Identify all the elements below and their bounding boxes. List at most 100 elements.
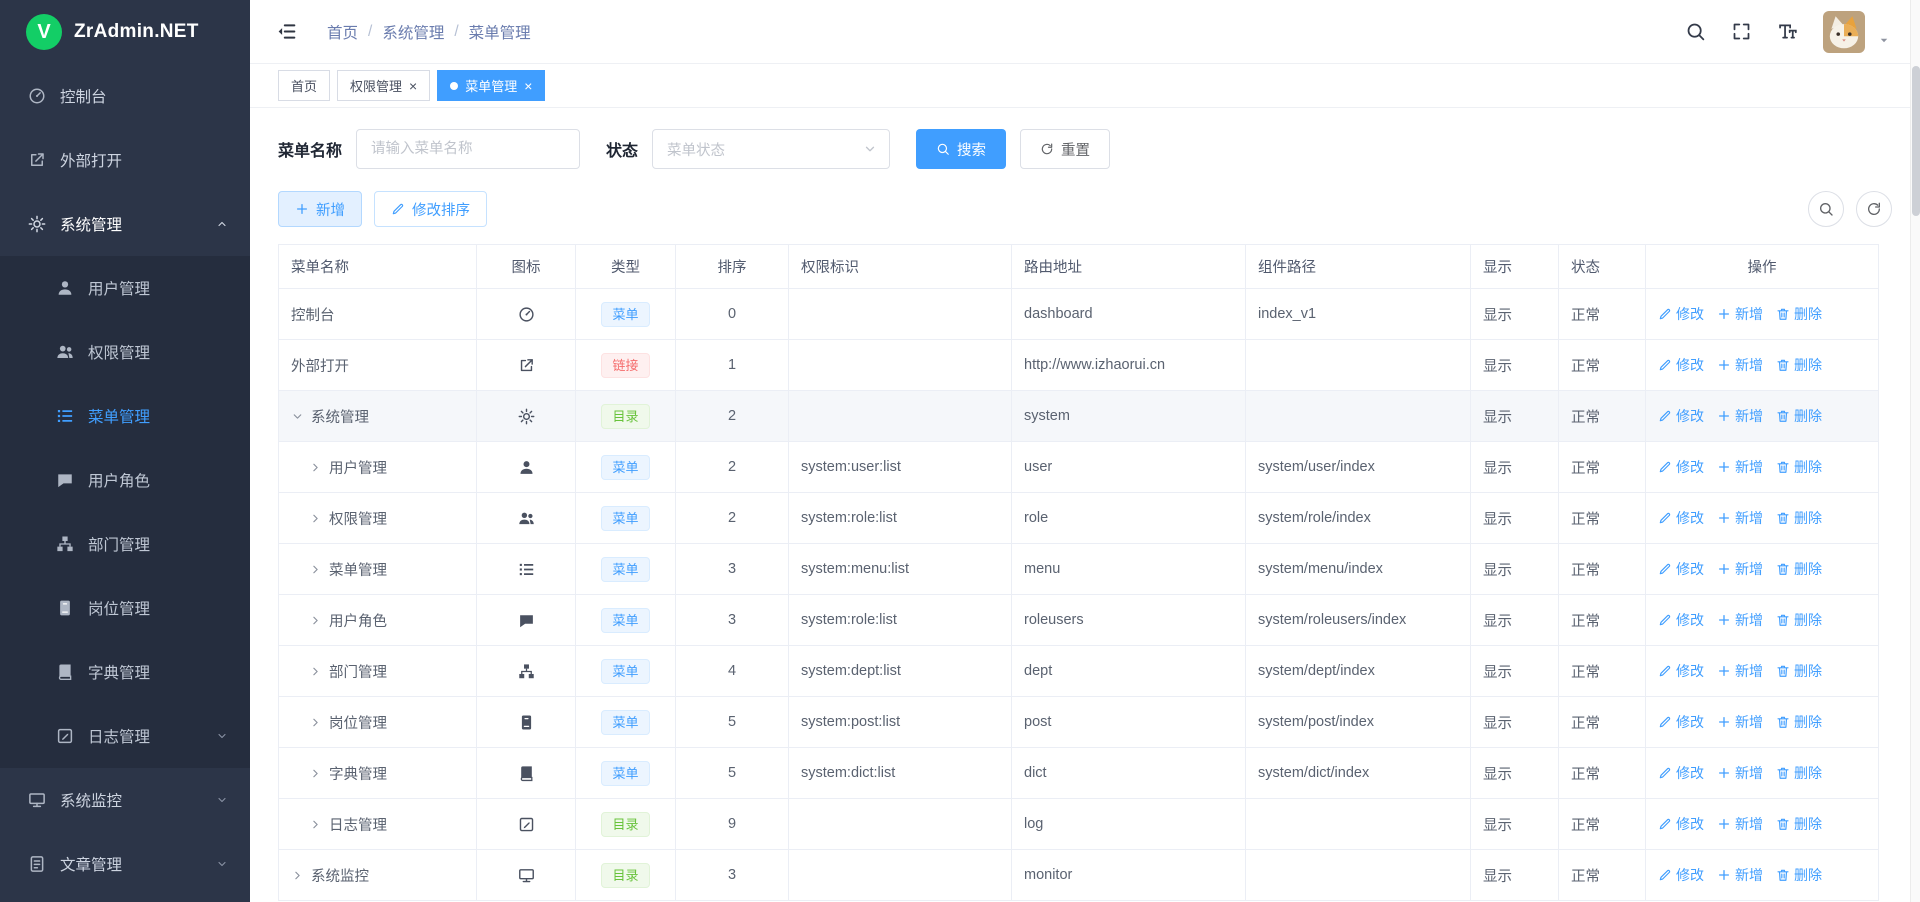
sidebar-item-5[interactable]: 菜单管理 xyxy=(0,384,250,448)
reset-button[interactable]: 重置 xyxy=(1020,129,1110,169)
delete-link[interactable]: 删除 xyxy=(1776,763,1822,783)
edit-link[interactable]: 修改 xyxy=(1658,610,1704,630)
chevron-right-icon[interactable] xyxy=(309,512,322,525)
breadcrumb-item-1[interactable]: 系统管理 xyxy=(382,21,444,43)
edit-link[interactable]: 修改 xyxy=(1658,355,1704,375)
chevron-right-icon[interactable] xyxy=(309,563,322,576)
delete-link[interactable]: 删除 xyxy=(1776,355,1822,375)
edit-link[interactable]: 修改 xyxy=(1658,814,1704,834)
chevron-right-icon[interactable] xyxy=(309,461,322,474)
sidebar-item-12[interactable]: 文章管理 xyxy=(0,832,250,896)
search-button[interactable]: 搜索 xyxy=(916,129,1006,169)
font-size-icon[interactable] xyxy=(1777,21,1798,42)
add-link[interactable]: 新增 xyxy=(1717,712,1763,732)
menu-list-icon xyxy=(56,407,74,425)
add-link[interactable]: 新增 xyxy=(1717,763,1763,783)
delete-link[interactable]: 删除 xyxy=(1776,406,1822,426)
sidebar-item-1[interactable]: 外部打开 xyxy=(0,128,250,192)
delete-link[interactable]: 删除 xyxy=(1776,865,1822,885)
user-avatar[interactable] xyxy=(1823,11,1865,53)
tab-2[interactable]: 菜单管理× xyxy=(437,70,545,101)
sidebar-item-10[interactable]: 日志管理 xyxy=(0,704,250,768)
sidebar-toggle-button[interactable] xyxy=(276,21,297,42)
chevron-right-icon[interactable] xyxy=(309,716,322,729)
edit-link[interactable]: 修改 xyxy=(1658,865,1704,885)
add-link[interactable]: 新增 xyxy=(1717,559,1763,579)
sidebar-item-0[interactable]: 控制台 xyxy=(0,64,250,128)
edit-link[interactable]: 修改 xyxy=(1658,457,1704,477)
perm-value xyxy=(789,289,1012,340)
breadcrumb-item-0[interactable]: 首页 xyxy=(327,21,358,43)
sidebar-item-8[interactable]: 岗位管理 xyxy=(0,576,250,640)
menu-name: 日志管理 xyxy=(329,814,387,835)
scrollbar-thumb[interactable] xyxy=(1912,66,1920,216)
user-menu-caret-icon[interactable] xyxy=(1878,33,1890,47)
page-scrollbar[interactable] xyxy=(1910,0,1920,902)
chevron-right-icon[interactable] xyxy=(291,869,304,882)
tab-close-icon[interactable]: × xyxy=(524,79,532,93)
add-link[interactable]: 新增 xyxy=(1717,814,1763,834)
sidebar-item-label: 系统监控 xyxy=(60,789,122,811)
add-link[interactable]: 新增 xyxy=(1717,661,1763,681)
sidebar-item-2[interactable]: 系统管理 xyxy=(0,192,250,256)
sidebar-item-9[interactable]: 字典管理 xyxy=(0,640,250,704)
add-link[interactable]: 新增 xyxy=(1717,304,1763,324)
delete-link[interactable]: 删除 xyxy=(1776,304,1822,324)
sidebar-item-7[interactable]: 部门管理 xyxy=(0,512,250,576)
gear-icon xyxy=(518,408,535,425)
delete-link[interactable]: 删除 xyxy=(1776,661,1822,681)
search-icon[interactable] xyxy=(1685,21,1706,42)
type-tag: 菜单 xyxy=(601,506,649,531)
delete-link[interactable]: 删除 xyxy=(1776,559,1822,579)
edit-link[interactable]: 修改 xyxy=(1658,559,1704,579)
edit-link[interactable]: 修改 xyxy=(1658,661,1704,681)
sort-value: 3 xyxy=(676,595,789,646)
menu-name-input[interactable] xyxy=(356,129,580,169)
breadcrumb-item-2[interactable]: 菜单管理 xyxy=(469,21,531,43)
edit-link[interactable]: 修改 xyxy=(1658,763,1704,783)
ops-cell: 修改新增删除 xyxy=(1646,544,1879,595)
visible-value: 显示 xyxy=(1471,748,1559,799)
chevron-right-icon[interactable] xyxy=(309,818,322,831)
column-header-9: 操作 xyxy=(1646,245,1879,289)
add-link[interactable]: 新增 xyxy=(1717,865,1763,885)
perm-value: system:dict:list xyxy=(789,748,1012,799)
edit-link[interactable]: 修改 xyxy=(1658,712,1704,732)
doc-icon xyxy=(28,855,46,873)
add-link[interactable]: 新增 xyxy=(1717,457,1763,477)
delete-link[interactable]: 删除 xyxy=(1776,508,1822,528)
chevron-right-icon[interactable] xyxy=(309,614,322,627)
table-search-button[interactable] xyxy=(1808,191,1844,227)
sidebar-item-6[interactable]: 用户角色 xyxy=(0,448,250,512)
edit-link[interactable]: 修改 xyxy=(1658,508,1704,528)
delete-link[interactable]: 删除 xyxy=(1776,712,1822,732)
add-link[interactable]: 新增 xyxy=(1717,406,1763,426)
tab-1[interactable]: 权限管理× xyxy=(337,70,430,101)
trash-icon xyxy=(1776,868,1790,882)
route-value: dept xyxy=(1012,646,1246,697)
sidebar-item-11[interactable]: 系统监控 xyxy=(0,768,250,832)
add-button[interactable]: 新增 xyxy=(278,191,362,227)
chevron-right-icon[interactable] xyxy=(309,665,322,678)
chevron-right-icon[interactable] xyxy=(309,767,322,780)
add-link[interactable]: 新增 xyxy=(1717,610,1763,630)
add-link[interactable]: 新增 xyxy=(1717,508,1763,528)
edit-link[interactable]: 修改 xyxy=(1658,304,1704,324)
sidebar-item-4[interactable]: 权限管理 xyxy=(0,320,250,384)
chevron-down-icon[interactable] xyxy=(291,410,304,423)
add-link[interactable]: 新增 xyxy=(1717,355,1763,375)
tab-close-icon[interactable]: × xyxy=(409,79,417,93)
status-select[interactable]: 菜单状态 xyxy=(652,129,890,169)
app-logo[interactable]: V ZrAdmin.NET xyxy=(0,0,250,64)
delete-link[interactable]: 删除 xyxy=(1776,457,1822,477)
edit-link[interactable]: 修改 xyxy=(1658,406,1704,426)
table-refresh-button[interactable] xyxy=(1856,191,1892,227)
sidebar-item-3[interactable]: 用户管理 xyxy=(0,256,250,320)
status-value: 正常 xyxy=(1559,340,1646,391)
fullscreen-icon[interactable] xyxy=(1731,21,1752,42)
tab-0[interactable]: 首页 xyxy=(278,70,330,101)
sidebar-item-label: 岗位管理 xyxy=(88,597,150,619)
delete-link[interactable]: 删除 xyxy=(1776,814,1822,834)
delete-link[interactable]: 删除 xyxy=(1776,610,1822,630)
sort-button[interactable]: 修改排序 xyxy=(374,191,487,227)
